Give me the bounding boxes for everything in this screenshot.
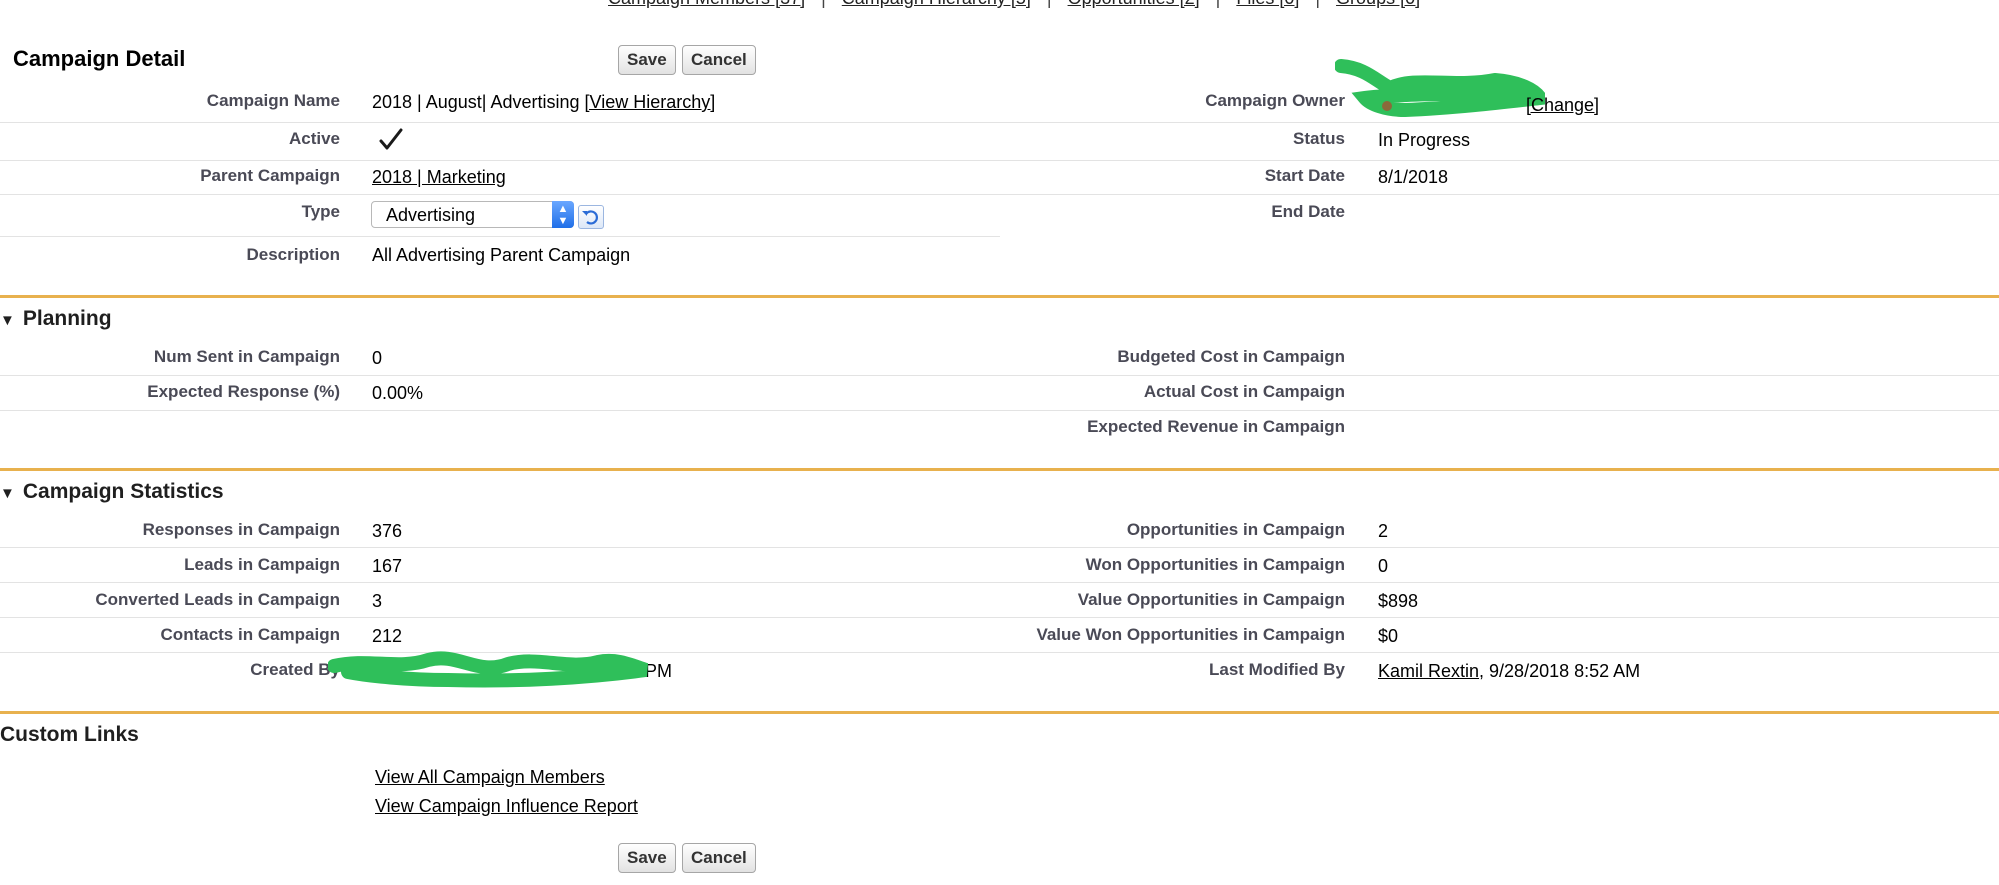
- stat-value: 376: [372, 521, 403, 541]
- collapse-triangle-icon: ▼: [0, 485, 15, 502]
- active-label: Active: [288, 129, 340, 148]
- stat-label: Responses in Campaign: [142, 520, 340, 539]
- related-link-groups[interactable]: Groups [0]: [1336, 0, 1420, 8]
- related-link-opportunities[interactable]: Opportunities [2]: [1068, 0, 1200, 8]
- end-date-label: End Date: [1271, 202, 1345, 221]
- view-all-campaign-members-link[interactable]: View All Campaign Members: [375, 767, 605, 788]
- related-link-campaign-hierarchy[interactable]: Campaign Hierarchy [5]: [842, 0, 1031, 8]
- planning-section-header[interactable]: ▼ Planning: [0, 307, 112, 331]
- parent-campaign-link[interactable]: 2018 | Marketing: [372, 167, 506, 188]
- num-sent-label: Num Sent in Campaign: [153, 347, 340, 366]
- last-modified-user-link[interactable]: Kamil Rextin: [1378, 661, 1479, 681]
- undo-icon[interactable]: [578, 205, 604, 229]
- start-date-label: Start Date: [1264, 166, 1345, 185]
- type-select[interactable]: Advertising ▲ ▼: [371, 201, 574, 228]
- related-link-files[interactable]: Files [0]: [1236, 0, 1299, 8]
- stat-label: Opportunities in Campaign: [1126, 520, 1345, 539]
- separator: |: [1315, 0, 1320, 8]
- cancel-button[interactable]: Cancel: [682, 45, 756, 75]
- budgeted-cost-label: Budgeted Cost in Campaign: [1117, 347, 1345, 366]
- row-divider: [0, 375, 1999, 376]
- campaign-owner-label: Campaign Owner: [1205, 91, 1345, 110]
- stat-value: 2: [1378, 521, 1389, 541]
- campaign-name-label: Campaign Name: [206, 91, 340, 110]
- change-owner-link[interactable]: [Change]: [1526, 95, 1599, 116]
- actual-cost-label: Actual Cost in Campaign: [1143, 382, 1345, 401]
- last-modified-label: Last Modified By: [1208, 660, 1345, 679]
- section-divider: [0, 295, 1999, 298]
- redaction-scribble: [1335, 59, 1545, 118]
- related-link-campaign-members[interactable]: Campaign Members [37]: [608, 0, 805, 8]
- checkmark-icon: [379, 128, 403, 150]
- row-divider: [0, 236, 1000, 237]
- expected-response-value: 0.00%: [372, 383, 424, 403]
- save-button-bottom[interactable]: Save: [618, 843, 676, 873]
- stat-value: $898: [1378, 591, 1419, 611]
- status-label: Status: [1293, 129, 1345, 148]
- view-campaign-influence-report-link[interactable]: View Campaign Influence Report: [375, 796, 638, 817]
- stat-value: 3: [372, 591, 383, 611]
- created-by-label: Created By: [250, 660, 340, 679]
- stat-label: Value Opportunities in Campaign: [1077, 590, 1345, 609]
- view-hierarchy-link[interactable]: [View Hierarchy]: [585, 92, 716, 112]
- stat-label: Won Opportunities in Campaign: [1085, 555, 1345, 574]
- start-date-value: 8/1/2018: [1378, 167, 1449, 187]
- status-value: In Progress: [1378, 130, 1471, 150]
- row-divider: [0, 652, 1999, 653]
- row-divider: [0, 160, 1999, 161]
- row-divider: [0, 547, 1999, 548]
- description-label: Description: [246, 245, 340, 264]
- related-list-links: Campaign Members [37] | Campaign Hierarchy…: [608, 0, 1420, 9]
- type-label: Type: [301, 202, 340, 221]
- row-divider: [0, 194, 1999, 195]
- redaction-scribble: [328, 651, 649, 688]
- type-select-value: Advertising: [386, 205, 476, 225]
- page-title: Campaign Detail: [13, 46, 186, 71]
- stat-value: $0: [1378, 626, 1399, 646]
- planning-title: Planning: [22, 307, 112, 330]
- separator: |: [1047, 0, 1052, 8]
- expected-response-label: Expected Response (%): [147, 382, 340, 401]
- campaign-name-value: 2018 | August| Advertising [View Hierarc…: [372, 92, 715, 113]
- stat-value: 0: [1378, 556, 1389, 576]
- cancel-button-bottom[interactable]: Cancel: [682, 843, 756, 873]
- row-divider: [0, 617, 1999, 618]
- save-button[interactable]: Save: [618, 45, 676, 75]
- expected-revenue-label: Expected Revenue in Campaign: [1087, 417, 1345, 436]
- stat-label: Value Won Opportunities in Campaign: [1036, 625, 1345, 644]
- description-value: All Advertising Parent Campaign: [372, 245, 631, 265]
- stat-label: Leads in Campaign: [184, 555, 340, 574]
- last-modified-date: , 9/28/2018 8:52 AM: [1479, 661, 1641, 681]
- num-sent-value: 0: [372, 348, 383, 368]
- statistics-title: Campaign Statistics: [22, 480, 224, 503]
- stat-label: Contacts in Campaign: [160, 625, 340, 644]
- parent-campaign-label: Parent Campaign: [200, 166, 340, 185]
- row-divider: [0, 582, 1999, 583]
- collapse-triangle-icon: ▼: [0, 312, 15, 329]
- campaign-name-text: 2018 | August| Advertising: [372, 92, 580, 112]
- separator: |: [821, 0, 826, 8]
- stat-label: Converted Leads in Campaign: [95, 590, 340, 609]
- row-divider: [0, 410, 1999, 411]
- statistics-section-header[interactable]: ▼ Campaign Statistics: [0, 480, 224, 504]
- section-divider: [0, 711, 1999, 714]
- section-divider: [0, 468, 1999, 471]
- separator: |: [1216, 0, 1221, 8]
- stat-value: 167: [372, 556, 403, 576]
- last-modified-value: Kamil Rextin, 9/28/2018 8:52 AM: [1378, 661, 1640, 682]
- row-divider: [0, 122, 1999, 123]
- custom-links-title: Custom Links: [0, 723, 139, 746]
- select-arrows-icon: ▲ ▼: [552, 201, 574, 228]
